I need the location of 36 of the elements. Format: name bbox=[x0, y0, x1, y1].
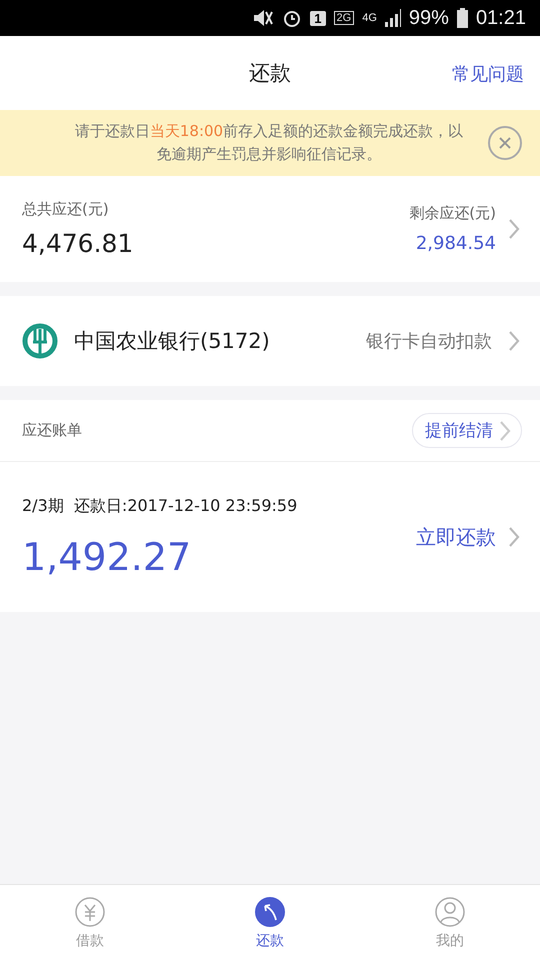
yuan-icon bbox=[74, 896, 106, 928]
section-title: 应还账单 bbox=[22, 421, 83, 440]
bank-card-row[interactable]: 中国农业银行(5172) 银行卡自动扣款 bbox=[0, 296, 540, 386]
mute-icon bbox=[252, 8, 274, 28]
pay-now-button[interactable]: 立即还款 bbox=[416, 524, 520, 550]
battery-level: 99% bbox=[408, 6, 449, 30]
bank-name: 中国农业银行(5172) bbox=[74, 328, 271, 355]
total-label: 总共应还(元) bbox=[22, 200, 110, 219]
person-icon bbox=[434, 896, 466, 928]
tab-item[interactable]: 我的 bbox=[360, 885, 540, 960]
notice-text: 请于还款日当天18:00前存入足额的还款金额完成还款，以免逾期产生罚息并影响征信记录。 bbox=[74, 121, 464, 165]
clock-time: 01:21 bbox=[476, 6, 526, 30]
early-payoff-button[interactable]: 提前结清 bbox=[412, 413, 522, 448]
tab-item[interactable]: 还款 bbox=[180, 885, 360, 960]
close-icon bbox=[499, 137, 511, 149]
signal-icon bbox=[384, 9, 401, 27]
chevron-icon bbox=[508, 218, 520, 240]
network-indicator: 2G bbox=[334, 11, 354, 25]
remaining-amount: 2,984.54 bbox=[416, 233, 496, 254]
total-amount: 4,476.81 bbox=[22, 229, 134, 258]
bill-amount: 1,492.27 bbox=[22, 534, 192, 578]
alarm-icon bbox=[282, 8, 302, 28]
battery-icon bbox=[456, 8, 468, 28]
page-title: 还款 bbox=[249, 60, 291, 87]
remaining-label: 剩余应还(元) bbox=[409, 204, 496, 223]
bill-due: 2/3期 还款日:2017-12-10 23:59:59 bbox=[22, 496, 298, 516]
help-link[interactable]: 常见问题 bbox=[452, 62, 524, 86]
tab-item[interactable]: 借款 bbox=[0, 885, 180, 960]
payment-method: 银行卡自动扣款 bbox=[366, 330, 492, 353]
chevron-icon bbox=[508, 526, 520, 548]
bank-logo-icon bbox=[22, 323, 58, 359]
sim-indicator: 1 bbox=[310, 10, 326, 26]
network-indicator: 4G bbox=[362, 12, 377, 24]
close-button[interactable] bbox=[488, 126, 522, 160]
chevron-icon bbox=[508, 330, 520, 352]
chevron-icon bbox=[499, 420, 511, 442]
